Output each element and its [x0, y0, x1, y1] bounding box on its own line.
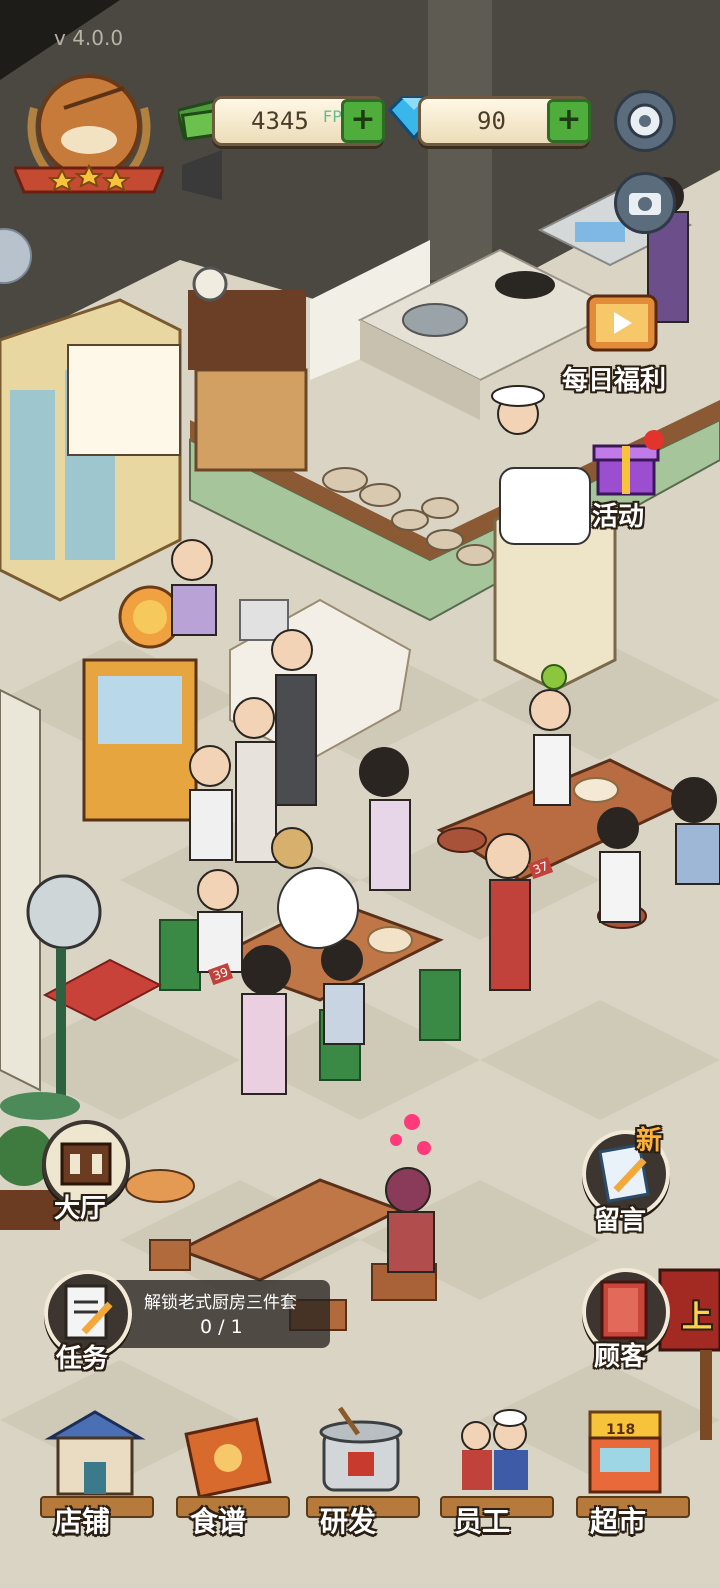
nav-supermarket-label: 超市 [590, 1505, 647, 1538]
camera-button[interactable] [614, 172, 676, 234]
hall-label[interactable]: 大厅 [54, 1188, 106, 1225]
cooking-pot-icon [319, 1406, 403, 1492]
daily-welfare-label[interactable]: 每日福利 [562, 360, 666, 397]
nav-shop-label: 店铺 [54, 1505, 111, 1538]
add-cash-button[interactable]: + [341, 99, 385, 143]
version-label: v 4.0.0 [54, 26, 124, 50]
supermarket-number: 118 [606, 1422, 636, 1438]
activity-label[interactable]: 活动 [592, 496, 644, 533]
nav-staff[interactable]: 员工 [430, 1404, 560, 1574]
noodle-bowl-icon [11, 74, 167, 194]
nav-shop[interactable]: 店铺 [30, 1404, 160, 1574]
cash-display: 4345 FPS:59 + [212, 96, 385, 146]
gift-box-icon[interactable] [588, 424, 668, 504]
camera-icon [629, 193, 661, 215]
messages-label[interactable]: 留言 [594, 1200, 646, 1237]
nav-research[interactable]: 研发 [296, 1404, 426, 1574]
nav-recipes[interactable]: 食谱 [166, 1404, 296, 1574]
task-title: 解锁老式厨房三件套 [144, 1293, 297, 1313]
gems-display: 90 + [418, 96, 591, 146]
nav-research-label: 研发 [320, 1505, 377, 1538]
gems-amount: 90 [477, 107, 506, 135]
supermarket-stall-icon [588, 1410, 662, 1494]
new-badge: 新 [636, 1126, 663, 1156]
nav-supermarket[interactable]: 118 超市 [566, 1404, 696, 1574]
recipe-book-icon [184, 1417, 272, 1499]
tasks-label[interactable]: 任务 [56, 1338, 108, 1375]
staff-chef-icon [461, 1409, 528, 1490]
nav-recipes-label: 食谱 [190, 1505, 247, 1538]
task-progress: 0 / 1 [200, 1316, 243, 1338]
cash-amount: 4345 [251, 107, 309, 135]
add-gems-button[interactable]: + [547, 99, 591, 143]
nav-staff-label: 员工 [454, 1505, 511, 1538]
shop-sign: 上 [682, 1300, 712, 1335]
gear-icon [627, 103, 663, 139]
restaurant-level-badge[interactable] [11, 68, 167, 194]
tv-video-icon[interactable] [582, 286, 662, 360]
game-scene[interactable]: v 4.0.0 4345 FPS:59 + 90 + 每日福利 活动 新 留言 … [0, 0, 720, 1584]
customers-label[interactable]: 顾客 [594, 1336, 646, 1373]
settings-button[interactable] [614, 90, 676, 152]
shop-building-icon [44, 1410, 146, 1496]
